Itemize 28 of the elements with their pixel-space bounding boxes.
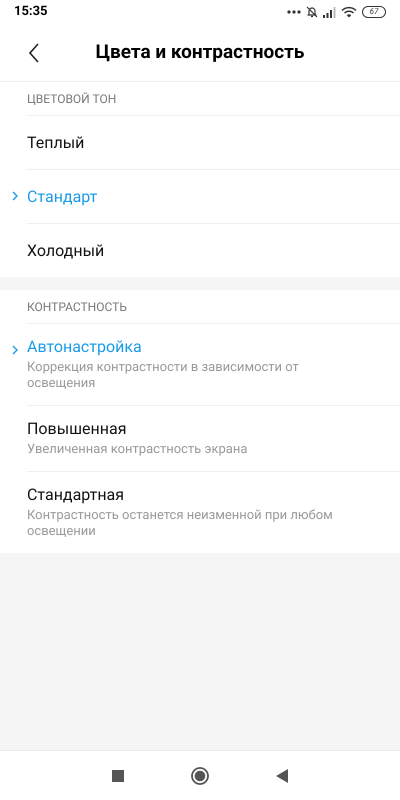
wifi-icon bbox=[341, 6, 357, 18]
option-description: Контрастность останется неизменной при любом освещении bbox=[27, 508, 334, 540]
option-label: Автонастройка bbox=[27, 337, 143, 357]
option-label: Холодный bbox=[27, 240, 106, 260]
status-time: 15:35 bbox=[14, 3, 48, 22]
option-item[interactable]: Холодный bbox=[0, 224, 400, 277]
chevron-icon bbox=[12, 345, 18, 355]
back-nav-icon[interactable] bbox=[276, 768, 288, 782]
back-icon bbox=[29, 43, 39, 63]
page-title: Цвета и контрастность bbox=[96, 39, 304, 66]
option-description: Увеличенная контрастность экрана bbox=[27, 442, 248, 458]
battery-icon: 67 bbox=[362, 6, 386, 18]
signal-icon bbox=[323, 6, 336, 18]
section-header: КОНТРАСТНОСТЬ bbox=[27, 298, 127, 316]
muted-bell-icon bbox=[306, 6, 318, 18]
option-item[interactable]: Повышенная Увеличенная контрастность экрана bbox=[0, 406, 400, 471]
option-label: Теплый bbox=[27, 132, 86, 152]
option-label: Стандартная bbox=[27, 485, 126, 505]
option-label: Стандарт bbox=[27, 186, 98, 206]
option-description: Коррекция контрастности в зависимости от освещения bbox=[27, 360, 300, 392]
option-label: Повышенная bbox=[27, 419, 128, 439]
option-item[interactable]: Стандартная Контрастность останется неизменной при любом освещении bbox=[0, 472, 400, 553]
chevron-icon bbox=[12, 191, 18, 201]
section-header: ЦВЕТОВОЙ ТОН bbox=[27, 90, 116, 108]
more-dots-icon bbox=[287, 10, 301, 14]
home-icon[interactable] bbox=[191, 766, 209, 784]
recents-icon[interactable] bbox=[112, 770, 124, 782]
option-item[interactable]: Теплый bbox=[0, 116, 400, 169]
